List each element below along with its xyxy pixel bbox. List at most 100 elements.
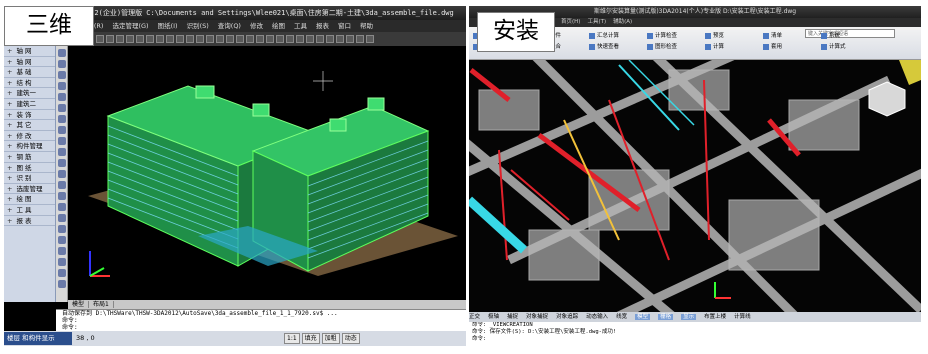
toolbar-icon[interactable]	[106, 35, 114, 43]
toolbar-icon[interactable]	[126, 35, 134, 43]
expand-icon[interactable]: +	[7, 57, 12, 67]
status-toggle[interactable]: 极轴	[488, 314, 499, 320]
status-toggle[interactable]: 填充	[301, 333, 320, 344]
expand-icon[interactable]: +	[7, 163, 12, 173]
sidebar-item[interactable]: + 建筑一	[4, 88, 55, 99]
toolbar-icon[interactable]	[226, 35, 234, 43]
toolbar-icon[interactable]	[196, 35, 204, 43]
tool-icon[interactable]	[58, 93, 66, 101]
ribbon-button[interactable]: 计算	[705, 43, 724, 51]
sidebar-item[interactable]: + 识 别	[4, 173, 55, 184]
tool-icon[interactable]	[58, 71, 66, 79]
search-input[interactable]: 键入关键字或短语	[805, 29, 895, 38]
menu-item[interactable]: 报表	[316, 22, 329, 30]
tool-icon[interactable]	[58, 181, 66, 189]
toolbar-icon[interactable]	[306, 35, 314, 43]
expand-icon[interactable]: +	[7, 173, 12, 183]
expand-icon[interactable]: +	[7, 141, 12, 151]
status-toggle[interactable]: 动态	[341, 333, 360, 344]
status-toggle[interactable]: 正交	[469, 314, 480, 320]
tool-icon[interactable]	[58, 203, 66, 211]
ribbon-button[interactable]: 清单	[763, 32, 782, 40]
expand-icon[interactable]: +	[7, 110, 12, 120]
toolbar-icon[interactable]	[276, 35, 284, 43]
toolbar-icon[interactable]	[176, 35, 184, 43]
status-toggle[interactable]: 动态输入	[586, 314, 608, 320]
toolbar-icon[interactable]	[326, 35, 334, 43]
toolbar-icon[interactable]	[266, 35, 274, 43]
sidebar-item[interactable]: + 钢 筋	[4, 152, 55, 163]
toolbar-icon[interactable]	[156, 35, 164, 43]
status-toggle[interactable]: 线宽	[616, 314, 627, 320]
sidebar-item[interactable]: + 建筑二	[4, 99, 55, 110]
menu-item[interactable]: 辅助(A)	[613, 19, 632, 25]
sidebar-item[interactable]: + 报 表	[4, 216, 55, 227]
menu-item[interactable]: 帮助	[360, 22, 373, 30]
sidebar-item[interactable]: + 轴 网	[4, 57, 55, 68]
status-toggle[interactable]: 对象捕捉	[526, 314, 548, 320]
status-toggle[interactable]: 对象追踪	[556, 314, 578, 320]
ribbon-button[interactable]: 预览	[705, 32, 724, 40]
sidebar-item[interactable]: + 其 它	[4, 120, 55, 131]
tool-icon[interactable]	[58, 104, 66, 112]
menu-item[interactable]: 识别(S)	[187, 22, 209, 30]
tab-model[interactable]: 模型	[68, 301, 90, 308]
ribbon-button[interactable]: 套用	[763, 43, 782, 51]
tool-icon[interactable]	[58, 49, 66, 57]
tool-icon[interactable]	[58, 126, 66, 134]
toolbar-icon[interactable]	[236, 35, 244, 43]
expand-icon[interactable]: +	[7, 88, 12, 98]
expand-icon[interactable]: +	[7, 78, 12, 88]
toolbar-icon[interactable]	[346, 35, 354, 43]
status-toggle[interactable]: 加粗	[321, 333, 340, 344]
tool-icon[interactable]	[58, 115, 66, 123]
tool-icon[interactable]	[58, 236, 66, 244]
tool-icon[interactable]	[58, 148, 66, 156]
sidebar-item[interactable]: + 轴 网	[4, 46, 55, 57]
toolbar-icon[interactable]	[256, 35, 264, 43]
ribbon-button[interactable]: 计算式	[821, 43, 846, 51]
tool-icon[interactable]	[58, 159, 66, 167]
menu-item[interactable]: 图纸(I)	[158, 22, 178, 30]
ribbon-button[interactable]: 系统	[821, 32, 840, 40]
command-line[interactable]: 自动保存到 D:\THSWare\THSW-3DA2012\AutoSave\3…	[56, 309, 466, 331]
expand-icon[interactable]: +	[7, 152, 12, 162]
ribbon-button[interactable]: 汇总计算	[589, 32, 619, 40]
toolbar-icon[interactable]	[336, 35, 344, 43]
status-toggle[interactable]: 1:1	[284, 333, 300, 344]
sidebar-item[interactable]: + 构件管理	[4, 141, 55, 152]
status-toggle[interactable]: 显示	[681, 314, 697, 320]
toolbar-icon[interactable]	[96, 35, 104, 43]
expand-icon[interactable]: +	[7, 205, 12, 215]
tool-icon[interactable]	[58, 82, 66, 90]
sidebar-item[interactable]: + 修 改	[4, 131, 55, 142]
sidebar-item[interactable]: + 绘 图	[4, 194, 55, 205]
status-toggle[interactable]: 布置上楼	[704, 314, 726, 320]
ribbon-button[interactable]: 图形检查	[647, 43, 677, 51]
menu-item[interactable]: 绘图	[272, 22, 285, 30]
expand-icon[interactable]: +	[7, 194, 12, 204]
tool-icon[interactable]	[58, 170, 66, 178]
status-toggle[interactable]: 模型	[635, 314, 651, 320]
toolbar-icon[interactable]	[296, 35, 304, 43]
toolbar-icon[interactable]	[116, 35, 124, 43]
tool-icon[interactable]	[58, 258, 66, 266]
sidebar-item[interactable]: + 工 具	[4, 205, 55, 216]
tool-icon[interactable]	[58, 137, 66, 145]
toolbar-icon[interactable]	[356, 35, 364, 43]
tool-icon[interactable]	[58, 280, 66, 288]
menu-item[interactable]: 首页(H)	[561, 19, 580, 25]
expand-icon[interactable]: +	[7, 46, 12, 56]
sidebar-item[interactable]: + 基 础	[4, 67, 55, 78]
toolbar-icon[interactable]	[286, 35, 294, 43]
menu-item[interactable]: 工具(T)	[587, 19, 606, 25]
expand-icon[interactable]: +	[7, 184, 12, 194]
tool-icon[interactable]	[58, 60, 66, 68]
menu-item[interactable]: 窗口	[338, 22, 351, 30]
floor-display-button[interactable]: 楼层 和构件显示	[4, 332, 72, 345]
status-toggle[interactable]: 栅格	[658, 314, 674, 320]
ribbon-button[interactable]: 计算检查	[647, 32, 677, 40]
command-line[interactable]: 命令: _VIEWCREATION 命令: 保存文件(S): D:\安装工程\安…	[469, 322, 921, 346]
expand-icon[interactable]: +	[7, 131, 12, 141]
menu-item[interactable]: 修改	[250, 22, 263, 30]
